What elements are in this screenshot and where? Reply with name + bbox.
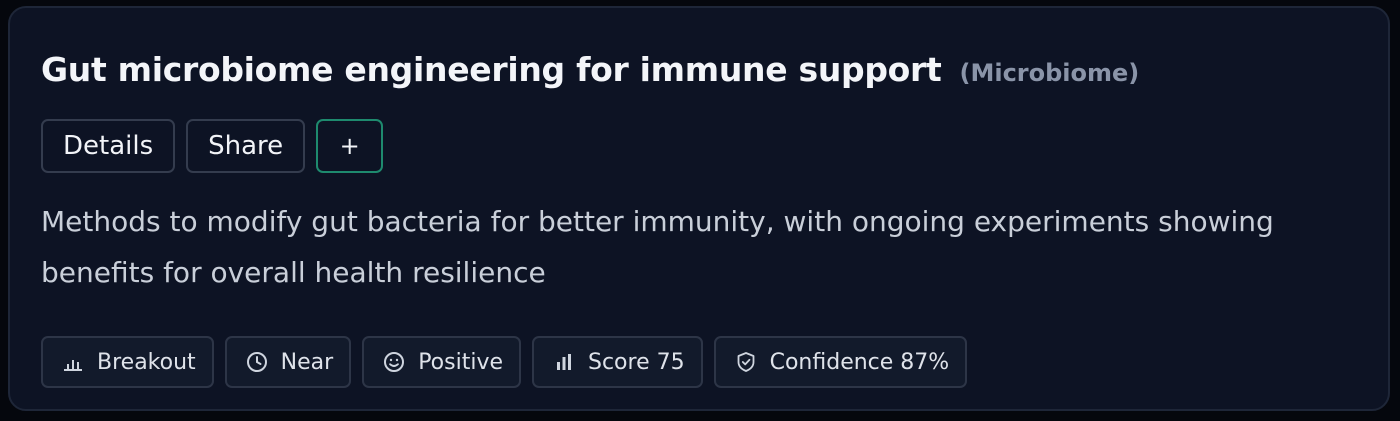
add-button[interactable]: + <box>316 119 384 173</box>
tag-timeframe: Near <box>224 336 352 388</box>
tag-label: Breakout <box>97 349 196 375</box>
chart-bars-icon <box>61 350 85 374</box>
tag-list: Breakout Near Positive Score 75 Confiden… <box>41 336 968 388</box>
tag-sentiment: Positive <box>362 336 521 388</box>
tag-label: Score 75 <box>588 349 685 375</box>
card-title: Gut microbiome engineering for immune su… <box>41 50 942 89</box>
tag-score: Score 75 <box>532 336 703 388</box>
bar-chart-icon <box>552 350 576 374</box>
tag-label: Positive <box>418 349 503 375</box>
smiley-icon <box>382 350 406 374</box>
tag-label: Near <box>280 349 334 375</box>
clock-icon <box>245 350 269 374</box>
tag-confidence: Confidence 87% <box>713 336 968 388</box>
shield-icon <box>734 350 758 374</box>
tag-label: Confidence 87% <box>769 349 950 375</box>
card-actions: Details Share + <box>41 119 384 173</box>
card-header: Gut microbiome engineering for immune su… <box>41 50 1139 89</box>
details-button[interactable]: Details <box>41 119 176 173</box>
tag-trend: Breakout <box>41 336 214 388</box>
category-label: (Microbiome) <box>959 59 1140 87</box>
card-description: Methods to modify gut bacteria for bette… <box>41 205 1274 289</box>
idea-card: Gut microbiome engineering for immune su… <box>8 6 1390 411</box>
share-button[interactable]: Share <box>186 119 306 173</box>
